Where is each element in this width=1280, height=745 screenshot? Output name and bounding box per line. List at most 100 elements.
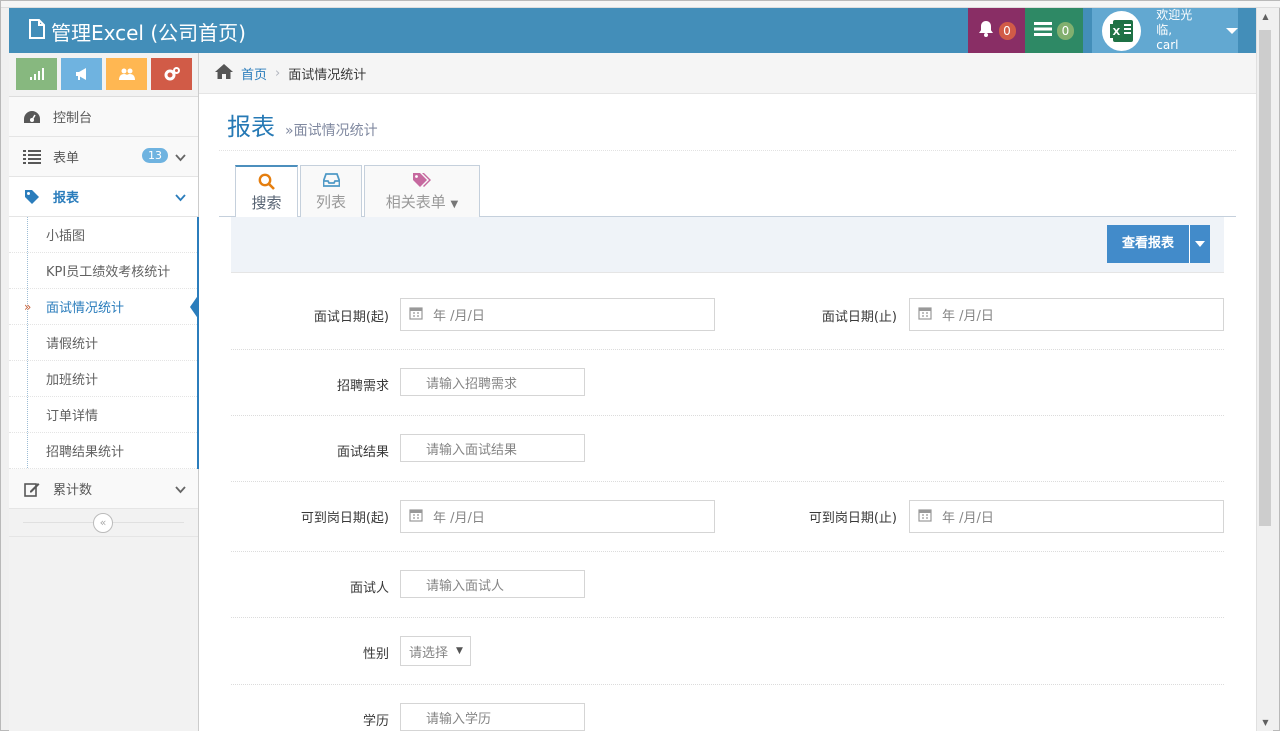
excel-logo-icon: X (1109, 19, 1133, 42)
shortcut-users[interactable] (106, 58, 147, 90)
recruit-need-input[interactable]: 请输入招聘需求 (400, 368, 585, 396)
home-icon (215, 63, 233, 83)
messages-button[interactable]: 0 (1025, 8, 1083, 53)
submenu-item-label: 面试情况统计 (46, 301, 125, 316)
bullhorn-icon (75, 68, 86, 80)
submenu-item-label: 小插图 (46, 229, 86, 244)
date-placeholder: 年 /月/日 (433, 511, 485, 526)
scrollbar-thumb[interactable] (1259, 30, 1271, 526)
search-form: 面试日期(起) 年 /月/日 面试日期(止) 年 /月/日 招聘需求 请输入招聘… (231, 283, 1224, 745)
submenu-item[interactable]: 招聘结果统计 (9, 433, 197, 469)
user-menu[interactable]: X 欢迎光临, carl (1092, 8, 1238, 53)
collapse-sidebar-button[interactable]: « (93, 513, 113, 533)
shortcut-bullhorn[interactable] (61, 58, 102, 90)
submenu-item-label: 加班统计 (46, 373, 99, 388)
view-report-button[interactable]: 查看报表 (1106, 225, 1190, 263)
gender-label: 性别 (362, 647, 389, 662)
submenu-item-label: 请假统计 (46, 337, 99, 352)
app-brand[interactable]: 管理Excel (公司首页) (29, 17, 246, 46)
form-row-available-date: 可到岗日期(起) 年 /月/日 可到岗日期(止) 年 /月/日 (231, 482, 1224, 552)
interviewer-input[interactable]: 请输入面试人 (400, 570, 585, 598)
edit-icon (23, 480, 41, 498)
submenu-item-active[interactable]: » 面试情况统计 (9, 289, 199, 325)
page-title: 报表 (227, 113, 275, 141)
gender-select[interactable]: 请选择 ▼ (400, 636, 471, 666)
breadcrumb-home-link[interactable]: 首页 (241, 64, 267, 83)
search-icon (236, 172, 297, 190)
avatar: X (1102, 10, 1142, 51)
tab-bar: 搜索 列表 相关表单 ▼ (219, 163, 1236, 218)
angle-double-right-icon: » (24, 299, 32, 314)
tab-label-wrap: 相关表单 ▼ (365, 191, 479, 212)
shortcut-cogs[interactable] (151, 58, 192, 90)
forms-count-badge: 13 (142, 148, 168, 163)
tab-related-forms[interactable]: 相关表单 ▼ (364, 165, 480, 217)
date-placeholder: 年 /月/日 (942, 309, 994, 324)
notifications-button[interactable]: 0 (968, 8, 1025, 53)
available-date-from-label: 可到岗日期(起) (300, 511, 389, 526)
page-header: 报表 »面试情况统计 (219, 107, 1236, 151)
sidebar-item-label: 表单 (53, 151, 80, 166)
sidebar: 控制台 表单 13 报表 小插图 KPI员工绩效考核统计 » 面试情况统计 请假… (9, 53, 199, 731)
shortcut-signal[interactable] (16, 58, 57, 90)
sidebar-item-forms[interactable]: 表单 13 (9, 137, 198, 177)
cogs-icon (164, 67, 180, 81)
available-date-to-input[interactable]: 年 /月/日 (909, 500, 1224, 533)
vertical-scrollbar[interactable]: ▲ ▼ (1256, 8, 1273, 731)
submenu-item[interactable]: 订单详情 (9, 397, 197, 433)
reports-submenu: 小插图 KPI员工绩效考核统计 » 面试情况统计 请假统计 加班统计 订单详情 招… (9, 217, 199, 469)
caret-down-icon: ▼ (456, 646, 463, 656)
breadcrumb-separator: › (275, 65, 281, 81)
messages-badge: 0 (1057, 21, 1074, 40)
welcome-text: 欢迎光临, (1156, 8, 1193, 37)
interview-result-input[interactable]: 请输入面试结果 (400, 434, 585, 462)
available-date-from-input[interactable]: 年 /月/日 (400, 500, 715, 533)
top-navbar: 管理Excel (公司首页) 0 0 X 欢迎光临, carl (9, 8, 1257, 53)
submenu-item[interactable]: 小插图 (9, 217, 197, 253)
submenu-item-label: 订单详情 (46, 409, 99, 424)
tab-label: 列表 (315, 193, 346, 211)
sidebar-item-label: 报表 (53, 191, 80, 206)
bell-icon (978, 20, 994, 41)
svg-text:X: X (1112, 27, 1120, 38)
document-icon (29, 19, 45, 44)
sidebar-item-cumulative[interactable]: 累计数 (9, 469, 198, 509)
submenu-item-label: 招聘结果统计 (46, 445, 125, 460)
scroll-up-arrow-icon[interactable]: ▲ (1257, 8, 1274, 25)
sidebar-item-label: 控制台 (53, 111, 93, 126)
scroll-down-arrow-icon[interactable]: ▼ (1257, 714, 1274, 731)
users-icon (118, 68, 135, 80)
sidebar-item-reports[interactable]: 报表 (9, 177, 198, 217)
tab-list[interactable]: 列表 (300, 165, 362, 217)
submenu-item[interactable]: 请假统计 (9, 325, 197, 361)
username: carl (1156, 38, 1179, 52)
sidebar-item-dashboard[interactable]: 控制台 (9, 97, 198, 137)
signal-icon (29, 68, 44, 80)
app-title: 管理Excel (公司首页) (51, 21, 246, 45)
view-report-dropdown-toggle[interactable] (1190, 225, 1210, 263)
recruit-need-label: 招聘需求 (336, 379, 389, 394)
tab-search[interactable]: 搜索 (235, 165, 298, 218)
dashboard-icon (23, 108, 41, 126)
date-placeholder: 年 /月/日 (433, 309, 485, 324)
tab-label: 相关表单 (385, 193, 446, 211)
breadcrumb: 首页 › 面试情况统计 (199, 53, 1256, 94)
interview-date-to-input[interactable]: 年 /月/日 (909, 298, 1224, 331)
interview-date-from-label: 面试日期(起) (313, 310, 389, 325)
caret-down-icon: ▼ (450, 199, 459, 210)
submenu-item[interactable]: KPI员工绩效考核统计 (9, 253, 197, 289)
active-indicator (190, 294, 199, 320)
interview-result-label: 面试结果 (336, 445, 389, 460)
tags-icon (365, 171, 479, 189)
submenu-item[interactable]: 加班统计 (9, 361, 197, 397)
interview-date-from-input[interactable]: 年 /月/日 (400, 298, 715, 331)
report-toolbar: 查看报表 (231, 217, 1224, 273)
education-input[interactable]: 请输入学历 (400, 703, 585, 731)
education-label: 学历 (362, 714, 389, 729)
page-subtitle: »面试情况统计 (285, 123, 378, 139)
submenu-item-label: KPI员工绩效考核统计 (46, 265, 171, 280)
form-row-recruit-need: 招聘需求 请输入招聘需求 (231, 350, 1224, 416)
inbox-icon (301, 171, 361, 189)
chevron-down-icon (175, 483, 186, 498)
caret-down-icon (1226, 27, 1238, 34)
